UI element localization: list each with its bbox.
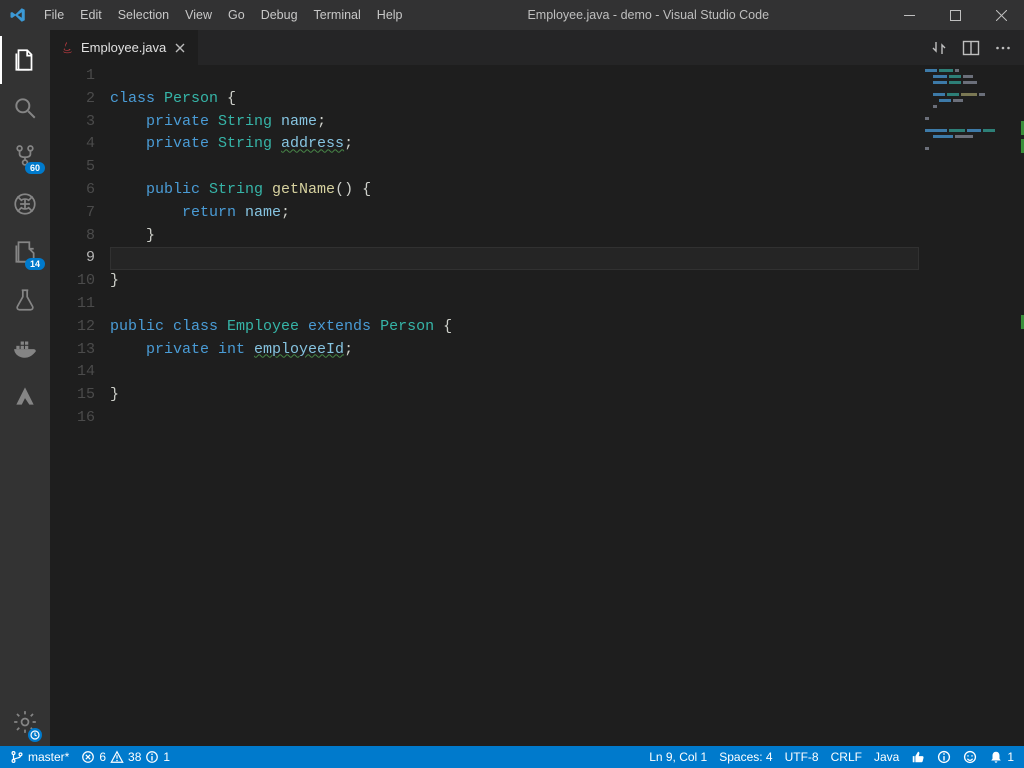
status-bar: master* 6 38 1 Ln 9, Col 1 Spaces: 4 UTF…: [0, 746, 1024, 768]
activity-bar: 60 14: [0, 30, 50, 746]
window-title: Employee.java - demo - Visual Studio Cod…: [411, 8, 886, 22]
activity-debug[interactable]: [0, 180, 50, 228]
java-file-icon: [60, 40, 75, 55]
maximize-button[interactable]: [932, 0, 978, 30]
minimize-button[interactable]: [886, 0, 932, 30]
editor-group: Employee.java 1 2 3 4 5 6: [50, 30, 1024, 746]
scm-badge: 60: [25, 162, 45, 174]
title-bar: File Edit Selection View Go Debug Termin…: [0, 0, 1024, 30]
status-thumbs-up-icon[interactable]: [905, 746, 931, 768]
status-language-mode[interactable]: Java: [868, 746, 905, 768]
activity-azure[interactable]: [0, 372, 50, 420]
activity-docker[interactable]: [0, 324, 50, 372]
menu-go[interactable]: Go: [220, 0, 253, 30]
activity-test[interactable]: 14: [0, 228, 50, 276]
settings-sync-icon: [28, 728, 42, 742]
editor-tabs: Employee.java: [50, 30, 1024, 65]
status-indentation[interactable]: Spaces: 4: [713, 746, 778, 768]
status-cursor-position[interactable]: Ln 9, Col 1: [643, 746, 713, 768]
code-area[interactable]: class Person { private String name; priv…: [110, 65, 919, 746]
menu-selection[interactable]: Selection: [110, 0, 177, 30]
activity-search[interactable]: [0, 84, 50, 132]
more-actions-icon[interactable]: [994, 39, 1012, 57]
menu-help[interactable]: Help: [369, 0, 411, 30]
status-notifications[interactable]: 1: [983, 746, 1020, 768]
minimap[interactable]: [925, 69, 1020, 189]
status-feedback-icon[interactable]: [957, 746, 983, 768]
line-number-gutter: 1 2 3 4 5 6 7 8 9 10 11 12 13 14 15 16: [50, 65, 110, 746]
activity-source-control[interactable]: 60: [0, 132, 50, 180]
test-badge: 14: [25, 258, 45, 270]
status-problems[interactable]: 6 38 1: [75, 746, 176, 768]
compare-changes-icon[interactable]: [930, 39, 948, 57]
menu-terminal[interactable]: Terminal: [306, 0, 369, 30]
main-area: 60 14 Employe: [0, 30, 1024, 746]
menu-file[interactable]: File: [36, 0, 72, 30]
menu-edit[interactable]: Edit: [72, 0, 110, 30]
tab-label: Employee.java: [81, 40, 166, 55]
status-info-icon[interactable]: [931, 746, 957, 768]
editor-actions: [930, 30, 1024, 65]
activity-settings[interactable]: [0, 698, 50, 746]
menu-view[interactable]: View: [177, 0, 220, 30]
vscode-logo-icon: [0, 6, 36, 24]
status-branch[interactable]: master*: [4, 746, 75, 768]
tab-employee-java[interactable]: Employee.java: [50, 30, 199, 65]
status-encoding[interactable]: UTF-8: [779, 746, 825, 768]
menu-debug[interactable]: Debug: [253, 0, 306, 30]
editor[interactable]: 1 2 3 4 5 6 7 8 9 10 11 12 13 14 15 16: [50, 65, 1024, 746]
tab-close-icon[interactable]: [172, 42, 188, 54]
window-controls: [886, 0, 1024, 30]
status-eol[interactable]: CRLF: [825, 746, 868, 768]
close-button[interactable]: [978, 0, 1024, 30]
activity-explorer[interactable]: [0, 36, 50, 84]
split-editor-icon[interactable]: [962, 39, 980, 57]
activity-flask[interactable]: [0, 276, 50, 324]
